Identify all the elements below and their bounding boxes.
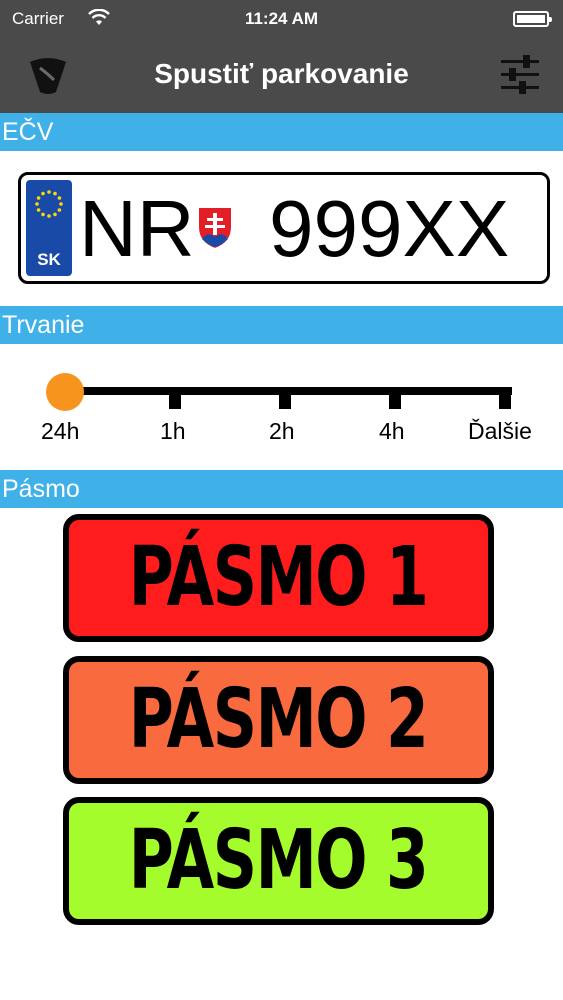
battery-icon: [513, 11, 552, 27]
zone-2-button[interactable]: PÁSMO 2: [63, 656, 494, 784]
slider-tick: [169, 387, 181, 409]
section-header-zone: Pásmo: [0, 470, 563, 508]
eu-band: SK: [26, 180, 72, 276]
navigation-bar: Spustiť parkovanie: [0, 40, 563, 113]
duration-option-more[interactable]: Ďalšie: [468, 418, 532, 445]
zone-2-label: PÁSMO 2: [129, 672, 429, 767]
license-plate[interactable]: SK NR 999XX: [18, 172, 550, 284]
duration-slider[interactable]: 24h 1h 2h 4h Ďalšie: [0, 345, 563, 460]
country-code: SK: [37, 250, 61, 269]
section-header-duration: Trvanie: [0, 306, 563, 344]
zone-3-label: PÁSMO 3: [129, 813, 429, 908]
status-bar: Carrier 11:24 AM: [0, 0, 563, 40]
slider-thumb[interactable]: [46, 373, 84, 411]
status-time: 11:24 AM: [244, 9, 319, 28]
zone-1-label: PÁSMO 1: [129, 530, 429, 625]
duration-option-2h[interactable]: 2h: [269, 418, 295, 445]
slider-tick: [499, 387, 511, 409]
zone-3-button[interactable]: PÁSMO 3: [63, 797, 494, 925]
plate-number: 999XX: [269, 184, 510, 273]
eu-stars-icon: [35, 190, 63, 218]
duration-option-4h[interactable]: 4h: [379, 418, 405, 445]
plate-district: NR: [79, 184, 195, 273]
zone-1-button[interactable]: PÁSMO 1: [63, 514, 494, 642]
page-title: Spustiť parkovanie: [154, 58, 409, 89]
duration-option-24h[interactable]: 24h: [41, 418, 79, 445]
slider-tick: [389, 387, 401, 409]
duration-option-1h[interactable]: 1h: [160, 418, 186, 445]
section-header-plate: EČV: [0, 113, 563, 151]
sliders-icon[interactable]: [497, 52, 545, 98]
slider-tick: [279, 387, 291, 409]
slovak-coat-of-arms-icon: [196, 205, 234, 251]
